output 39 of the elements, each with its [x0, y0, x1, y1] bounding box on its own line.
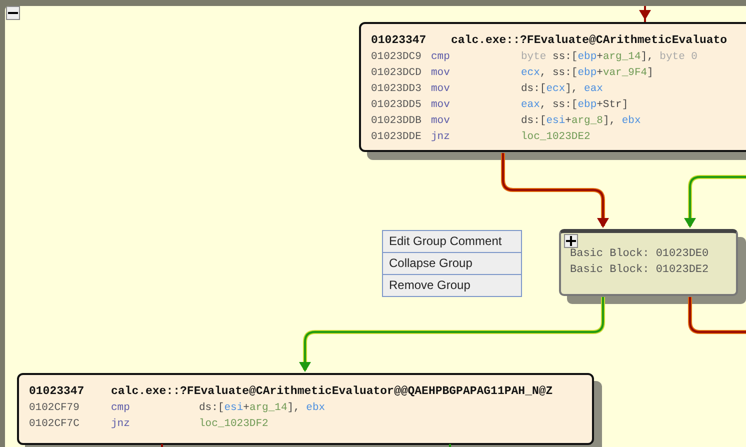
- menu-item[interactable]: Remove Group: [382, 274, 522, 297]
- menu-item[interactable]: Collapse Group: [382, 252, 522, 275]
- operands: ds:[ecx], eax: [521, 82, 603, 97]
- mnemonic: mov: [431, 98, 451, 113]
- block-address: 01023347: [371, 33, 428, 49]
- mnemonic: jnz: [431, 130, 451, 145]
- edge-line: [449, 444, 451, 447]
- instruction-address: 01023DDB: [371, 114, 422, 129]
- edge-line: [161, 444, 163, 447]
- edge-arrow: [684, 175, 746, 228]
- plus-icon[interactable]: [564, 234, 578, 248]
- operands: loc_1023DE2: [521, 130, 590, 145]
- mnemonic: jnz: [111, 417, 131, 432]
- mnemonic: cmp: [111, 401, 131, 416]
- edge-arrow: [639, 6, 651, 22]
- operands: ecx, ss:[ebp+var_9F4]: [521, 66, 654, 81]
- operands: ds:[esi+arg_14], ebx: [199, 401, 326, 416]
- function-name: calc.exe::?FEvaluate@CArithmeticEvaluato: [451, 33, 728, 49]
- mnemonic: mov: [431, 66, 451, 81]
- block-address: 01023347: [29, 384, 86, 400]
- instruction-address: 01023DDE: [371, 130, 422, 145]
- instruction-address: 01023DD5: [371, 98, 422, 113]
- instruction-address: 01023DD3: [371, 82, 422, 97]
- mnemonic: cmp: [431, 50, 451, 65]
- operands: byte ss:[ebp+arg_14], byte 0: [521, 50, 698, 65]
- instruction-address: 0102CF7C: [29, 417, 80, 432]
- menu-item[interactable]: Edit Group Comment: [382, 230, 522, 253]
- basic-block-label: Basic Block: 01023DE0: [569, 247, 710, 262]
- mnemonic: mov: [431, 82, 451, 97]
- basic-block-label: Basic Block: 01023DE2: [569, 263, 710, 278]
- minus-icon[interactable]: [6, 6, 20, 20]
- instruction-address: 0102CF79: [29, 401, 80, 416]
- instruction-address: 01023DCD: [371, 66, 422, 81]
- instruction-address: 01023DC9: [371, 50, 422, 65]
- operands: loc_1023DF2: [199, 417, 268, 432]
- mnemonic: mov: [431, 114, 451, 129]
- operands: ds:[esi+arg_8], ebx: [521, 114, 641, 129]
- operands: eax, ss:[ebp+Str]: [521, 98, 628, 113]
- function-name: calc.exe::?FEvaluate@CArithmeticEvaluator@@QAEHPBGPAPAG11PAH_N@Z: [111, 384, 553, 400]
